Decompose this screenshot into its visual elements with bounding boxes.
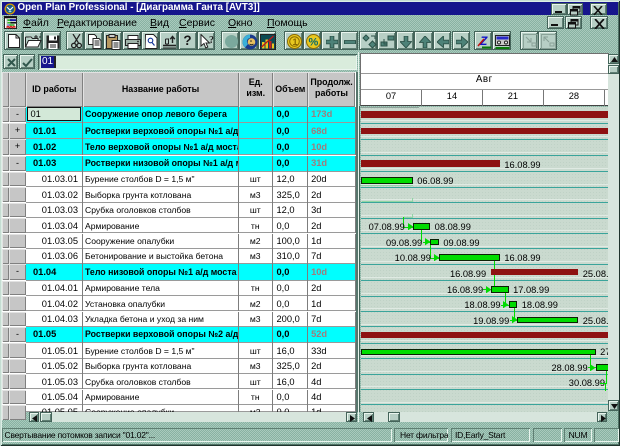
- svg-text:1: 1: [293, 37, 298, 47]
- svg-text:?: ?: [209, 35, 214, 46]
- svg-text:%: %: [308, 37, 318, 49]
- svg-text:Z: Z: [479, 34, 488, 48]
